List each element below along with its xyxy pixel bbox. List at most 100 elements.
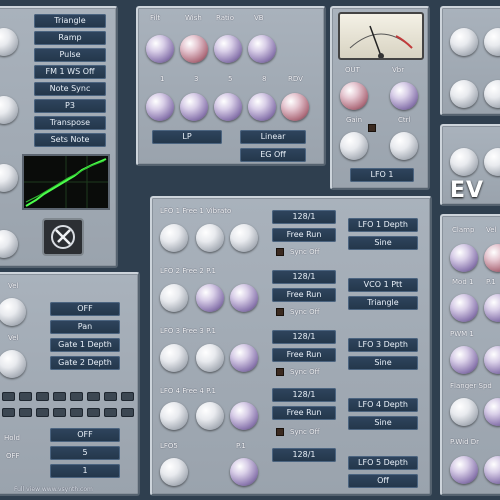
wave-option-6[interactable]: Transpose xyxy=(34,116,106,130)
lfo3-sync-label: Sync Off xyxy=(290,368,320,376)
lfo5-knob-c[interactable] xyxy=(230,458,258,486)
step-button[interactable] xyxy=(87,408,100,417)
lfo4-knob-c[interactable] xyxy=(230,402,258,430)
env-knob-5[interactable] xyxy=(281,93,309,121)
lfo2-wave[interactable]: Triangle xyxy=(348,296,418,310)
lfo-select[interactable]: LFO 1 xyxy=(350,168,414,182)
filter-knob-3[interactable] xyxy=(214,35,242,63)
emblem-button[interactable] xyxy=(42,218,84,256)
lfo1-knob-b[interactable] xyxy=(196,224,224,252)
lfo4-knob-b[interactable] xyxy=(196,402,224,430)
lfo1-mode[interactable]: Free Run xyxy=(272,228,336,242)
ctrl-knob[interactable] xyxy=(390,132,418,160)
env-knob-2[interactable] xyxy=(180,93,208,121)
wave-option-0[interactable]: Triangle xyxy=(34,14,106,28)
step-button[interactable] xyxy=(104,392,117,401)
step-button[interactable] xyxy=(53,408,66,417)
lfo1-knob-a[interactable] xyxy=(160,224,188,252)
lfo4-dest[interactable]: LFO 4 Depth xyxy=(348,398,418,412)
step-button[interactable] xyxy=(70,392,83,401)
logo-knob-1[interactable] xyxy=(450,148,478,176)
vu-switch[interactable] xyxy=(368,124,376,132)
lfo5-knob-a[interactable] xyxy=(160,458,188,486)
right-top-knob-1[interactable] xyxy=(450,28,478,56)
bottom-pill-1[interactable]: 5 xyxy=(50,446,120,460)
env-knob-1[interactable] xyxy=(146,93,174,121)
wave-option-5[interactable]: P3 xyxy=(34,99,106,113)
wave-option-3[interactable]: FM 1 WS Off xyxy=(34,65,106,79)
wave-option-7[interactable]: Sets Note xyxy=(34,133,106,147)
lfo1-rate[interactable]: 128/1 xyxy=(272,210,336,224)
right-knob-9[interactable] xyxy=(450,456,478,484)
gate-pill-0[interactable]: OFF xyxy=(50,302,120,316)
lfo4-knob-a[interactable] xyxy=(160,402,188,430)
step-button[interactable] xyxy=(36,408,49,417)
lfo5-wave[interactable]: Off xyxy=(348,474,418,488)
step-button[interactable] xyxy=(19,392,32,401)
bottom-pill-0[interactable]: OFF xyxy=(50,428,120,442)
lfo1-dest[interactable]: LFO 1 Depth xyxy=(348,218,418,232)
lfo2-knob-c[interactable] xyxy=(230,284,258,312)
step-button[interactable] xyxy=(2,408,15,417)
filter-eg-select[interactable]: EG Off xyxy=(240,148,306,162)
wave-option-2[interactable]: Pulse xyxy=(34,48,106,62)
lfo1-knob-c[interactable] xyxy=(230,224,258,252)
lfo3-mode[interactable]: Free Run xyxy=(272,348,336,362)
off-label: OFF xyxy=(6,452,20,460)
vibrato-knob[interactable] xyxy=(390,82,418,110)
step-button[interactable] xyxy=(104,408,117,417)
gate-pill-2[interactable]: Gate 1 Depth xyxy=(50,338,120,352)
right-label-6: P.Wid Dr xyxy=(450,438,480,446)
gain-knob[interactable] xyxy=(340,132,368,160)
lfo2-mode[interactable]: Free Run xyxy=(272,288,336,302)
right-top-knob-3[interactable] xyxy=(450,80,478,108)
step-button[interactable] xyxy=(53,392,66,401)
lfo4-rate[interactable]: 128/1 xyxy=(272,388,336,402)
filter-knob-4[interactable] xyxy=(248,35,276,63)
step-button[interactable] xyxy=(19,408,32,417)
lfo2-dest[interactable]: VCO 1 Ptt xyxy=(348,278,418,292)
step-button[interactable] xyxy=(121,408,134,417)
filter-knob-2[interactable] xyxy=(180,35,208,63)
lfo3-sync-switch[interactable] xyxy=(276,368,284,376)
filter-type-select[interactable]: LP xyxy=(152,130,222,144)
env-knob-4[interactable] xyxy=(248,93,276,121)
lfo3-knob-c[interactable] xyxy=(230,344,258,372)
right-knob-3[interactable] xyxy=(450,294,478,322)
right-knob-1[interactable] xyxy=(450,244,478,272)
step-button[interactable] xyxy=(36,392,49,401)
lfo1-sync-switch[interactable] xyxy=(276,248,284,256)
gate-pill-1[interactable]: Pan xyxy=(50,320,120,334)
vu-meter-face xyxy=(349,25,413,59)
output-knob[interactable] xyxy=(340,82,368,110)
lfo3-rate[interactable]: 128/1 xyxy=(272,330,336,344)
lfo2-knob-a[interactable] xyxy=(160,284,188,312)
gate-pill-3[interactable]: Gate 2 Depth xyxy=(50,356,120,370)
lfo2-rate[interactable]: 128/1 xyxy=(272,270,336,284)
lfo2-sync-switch[interactable] xyxy=(276,308,284,316)
filter-curve-select[interactable]: Linear xyxy=(240,130,306,144)
wave-option-4[interactable]: Note Sync xyxy=(34,82,106,96)
bottom-pill-2[interactable]: 1 xyxy=(50,464,120,478)
lfo4-sync-switch[interactable] xyxy=(276,428,284,436)
lfo4-mode[interactable]: Free Run xyxy=(272,406,336,420)
lfo5-rate[interactable]: 128/1 xyxy=(272,448,336,462)
step-button[interactable] xyxy=(121,392,134,401)
lfo3-knob-b[interactable] xyxy=(196,344,224,372)
right-knob-7[interactable] xyxy=(450,398,478,426)
lfo3-wave[interactable]: Sine xyxy=(348,356,418,370)
lfo2-knob-b[interactable] xyxy=(196,284,224,312)
lfo4-wave[interactable]: Sine xyxy=(348,416,418,430)
lfo5-dest[interactable]: LFO 5 Depth xyxy=(348,456,418,470)
env-knob-3[interactable] xyxy=(214,93,242,121)
wave-option-1[interactable]: Ramp xyxy=(34,31,106,45)
step-button[interactable] xyxy=(2,392,15,401)
right-knob-5[interactable] xyxy=(450,346,478,374)
lfo3-knob-a[interactable] xyxy=(160,344,188,372)
step-button[interactable] xyxy=(87,392,100,401)
right-label-4: PWM 1 xyxy=(450,330,474,338)
lfo1-wave[interactable]: Sine xyxy=(348,236,418,250)
lfo3-dest[interactable]: LFO 3 Depth xyxy=(348,338,418,352)
filter-knob-1[interactable] xyxy=(146,35,174,63)
step-button[interactable] xyxy=(70,408,83,417)
